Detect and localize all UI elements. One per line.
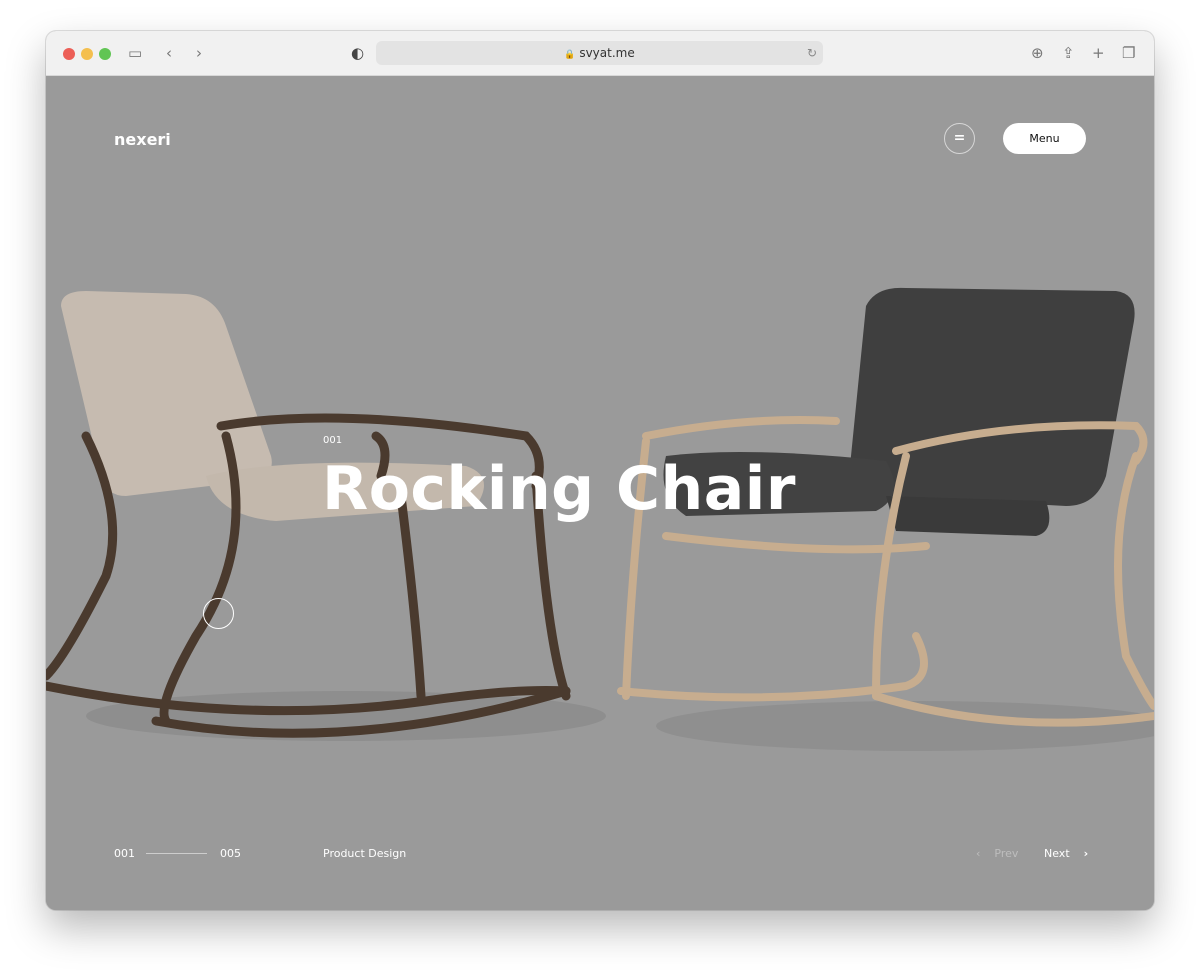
pagination-total: 005 xyxy=(220,847,241,860)
menu-button[interactable]: Menu xyxy=(1003,123,1086,154)
back-icon[interactable]: ‹ xyxy=(166,43,172,63)
slide-number: 001 xyxy=(323,435,343,446)
browser-toolbar: ▭ ‹ › ◐ 🔒 svyat.me ↻ ⊕ ⇪ + ❐ xyxy=(46,31,1154,76)
minimize-window-button[interactable] xyxy=(81,48,93,60)
pagination-current: 001 xyxy=(114,847,135,860)
shield-icon[interactable]: ◐ xyxy=(351,43,364,63)
chevron-right-icon: › xyxy=(1083,847,1089,860)
slide-category[interactable]: Product Design xyxy=(323,847,406,860)
slide-title[interactable]: Rocking Chair xyxy=(322,454,796,524)
new-tab-icon[interactable]: + xyxy=(1092,43,1105,63)
prev-button[interactable]: ‹ Prev xyxy=(976,847,1018,860)
browser-window: ▭ ‹ › ◐ 🔒 svyat.me ↻ ⊕ ⇪ + ❐ nexeri = Me… xyxy=(46,31,1154,910)
close-window-button[interactable] xyxy=(63,48,75,60)
download-icon[interactable]: ⊕ xyxy=(1031,43,1044,63)
hero-slide: nexeri = Menu 001 Rocking Chair 001 005 … xyxy=(46,76,1154,910)
next-button[interactable]: Next › xyxy=(1044,847,1088,860)
pagination-progress-bar xyxy=(146,853,207,854)
tabs-overview-icon[interactable]: ❐ xyxy=(1122,43,1135,63)
reload-icon[interactable]: ↻ xyxy=(807,41,817,65)
zoom-window-button[interactable] xyxy=(99,48,111,60)
equals-icon[interactable]: = xyxy=(944,123,975,154)
cursor-circle xyxy=(203,598,234,629)
chevron-left-icon: ‹ xyxy=(976,847,981,860)
address-bar[interactable]: 🔒 svyat.me ↻ xyxy=(376,41,823,65)
share-icon[interactable]: ⇪ xyxy=(1062,43,1075,63)
prev-label: Prev xyxy=(994,847,1019,860)
sidebar-icon[interactable]: ▭ xyxy=(128,43,142,63)
site-logo[interactable]: nexeri xyxy=(114,130,171,149)
forward-icon[interactable]: › xyxy=(196,43,202,63)
url-text: svyat.me xyxy=(579,46,635,60)
next-label: Next xyxy=(1044,847,1070,860)
lock-icon: 🔒 xyxy=(564,50,576,60)
